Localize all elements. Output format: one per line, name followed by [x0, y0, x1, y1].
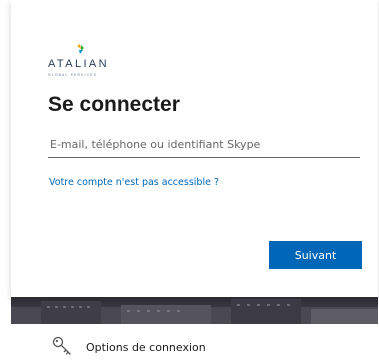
- signin-options-row[interactable]: Options de connexion: [11, 330, 378, 361]
- background-photo: [11, 297, 378, 324]
- logo-tagline: GLOBAL SERVICES: [48, 73, 98, 77]
- atalian-logo: ATALIAN GLOBAL SERVICES: [48, 44, 128, 77]
- email-field[interactable]: [48, 132, 360, 158]
- key-icon: [52, 336, 71, 355]
- signin-options-label: Options de connexion: [86, 341, 206, 354]
- logo-wordmark: ATALIAN: [48, 58, 110, 70]
- signin-card: ATALIAN GLOBAL SERVICES Se connecter Vot…: [11, 0, 378, 297]
- page-title: Se connecter: [48, 93, 180, 116]
- building-silhouette: [11, 299, 378, 324]
- next-button[interactable]: Suivant: [269, 241, 362, 269]
- logo-mark-icon: [77, 44, 84, 54]
- cant-access-account-link[interactable]: Votre compte n'est pas accessible ?: [49, 177, 219, 188]
